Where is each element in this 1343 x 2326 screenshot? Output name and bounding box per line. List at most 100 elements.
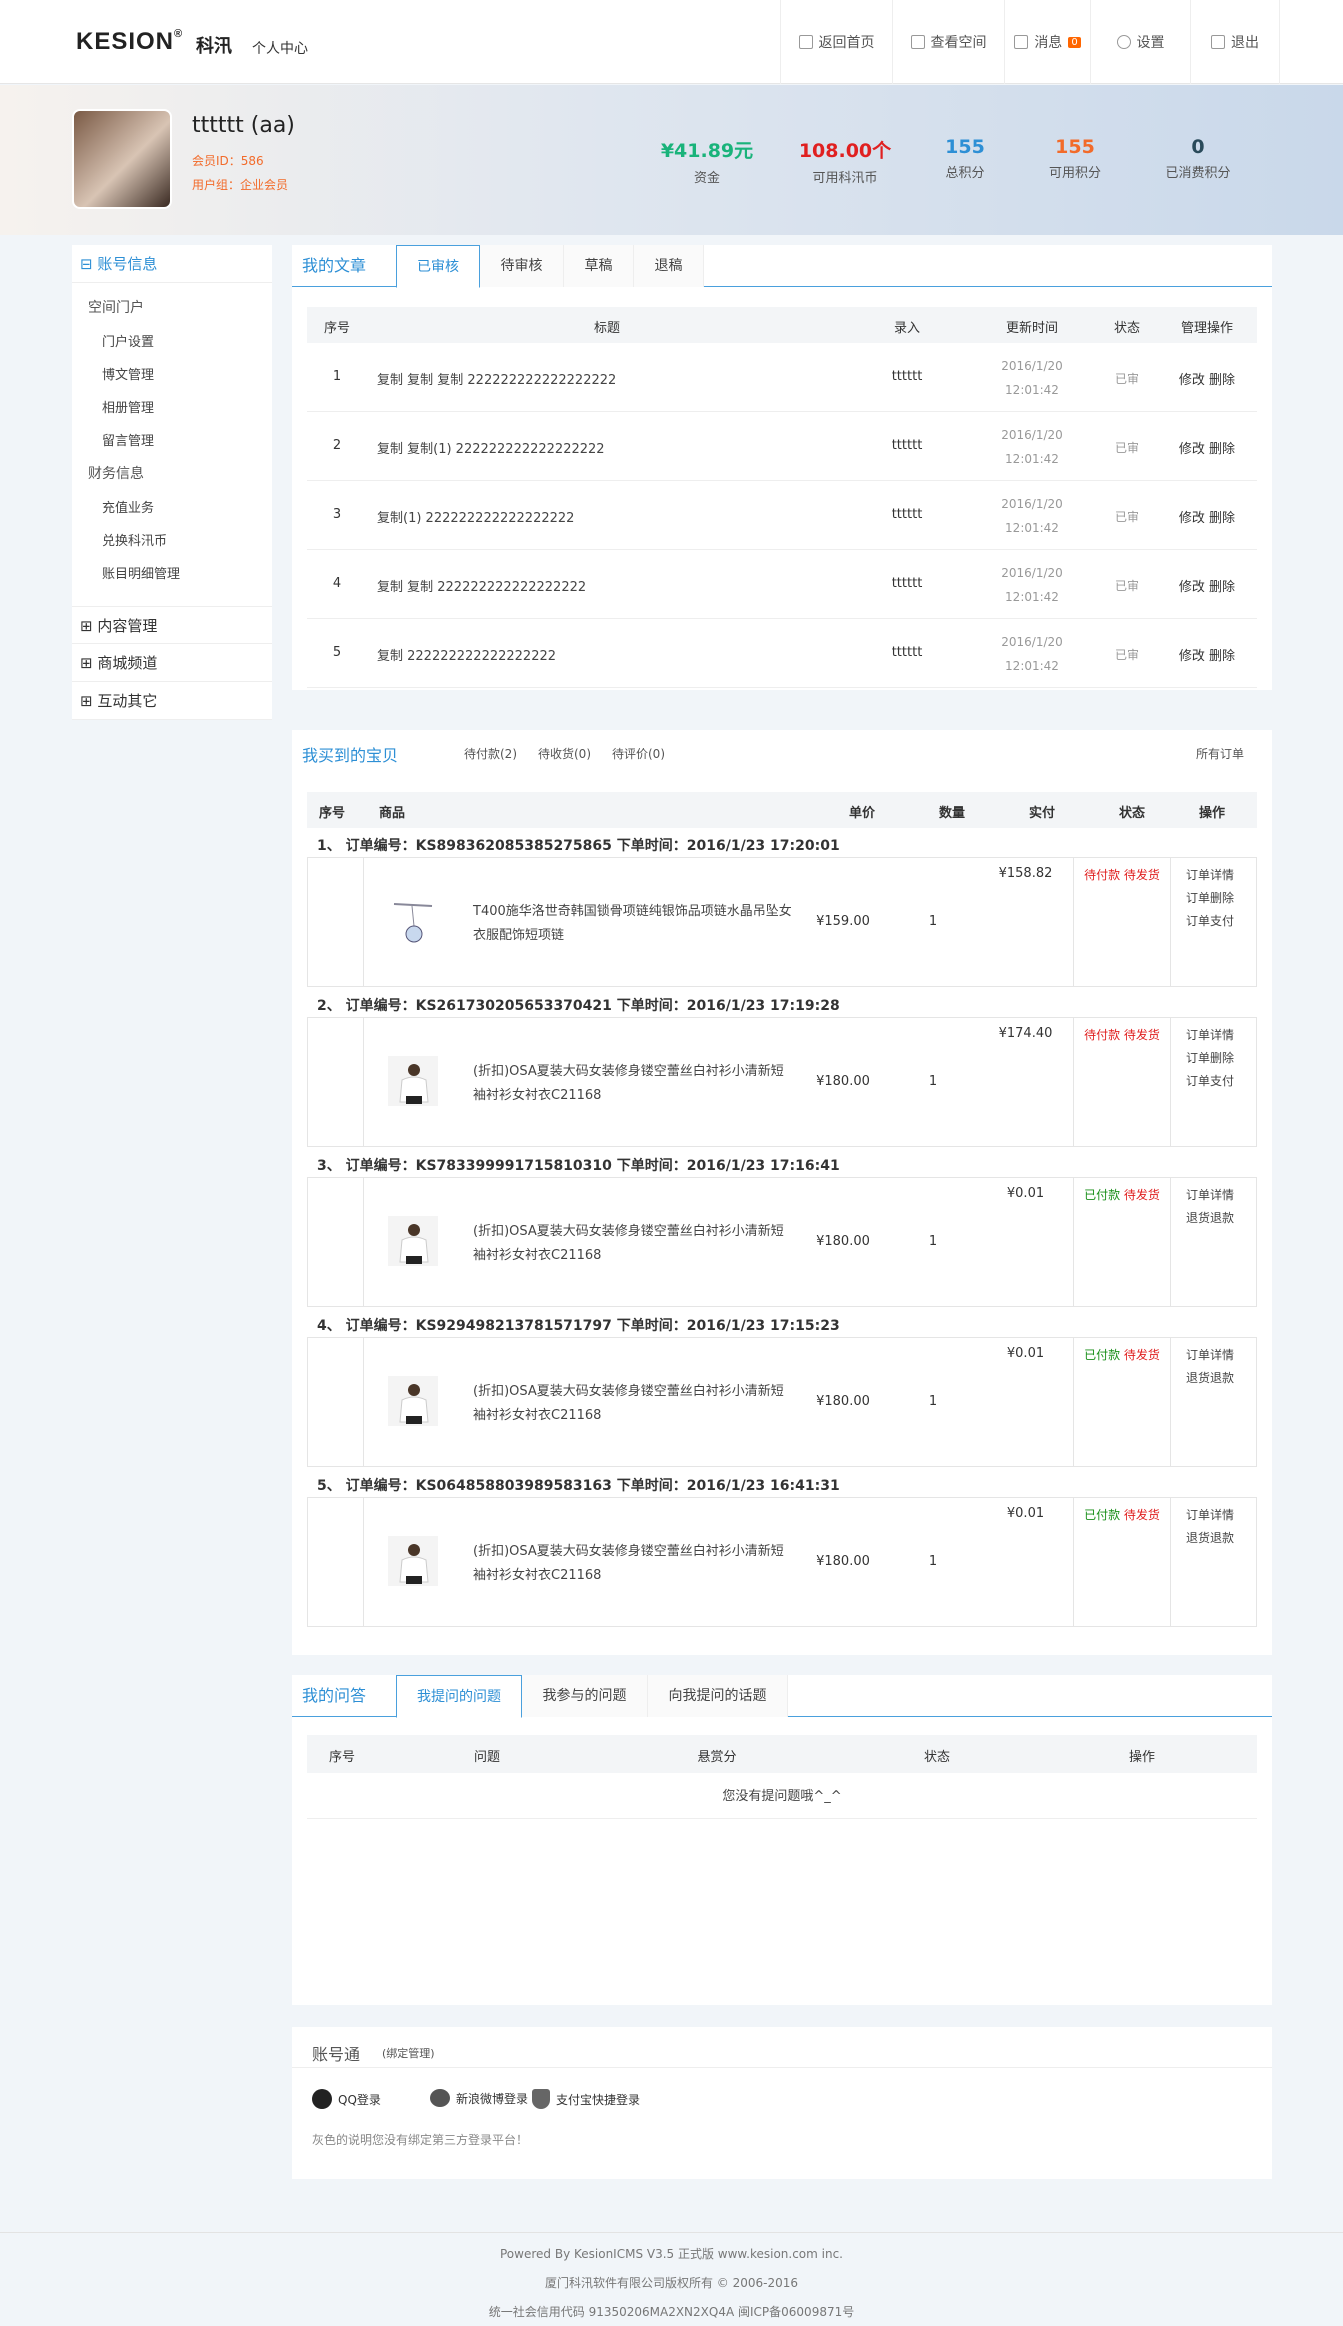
bind-weibo[interactable]: 新浪微博登录 (430, 2089, 528, 2107)
order-header: 5、 订单编号：KS064858803989583163 下单时间：2016/1… (317, 1478, 840, 1494)
sidebar: ⊟ 账号信息 空间门户 门户设置 博文管理 相册管理 留言管理 财务信息 充值业… (72, 245, 272, 720)
order-action[interactable]: 订单详情 (1186, 1506, 1234, 1523)
order-status: 已付款 待发货 (1084, 1508, 1160, 1522)
tab-joined-questions[interactable]: 我参与的问题 (522, 1675, 648, 1717)
order-action[interactable]: 订单详情 (1186, 1186, 1234, 1203)
sidebar-section-account[interactable]: ⊟ 账号信息 (72, 245, 272, 283)
all-orders-link[interactable]: 所有订单 (1196, 745, 1244, 762)
product-thumbnail[interactable] (388, 1536, 438, 1586)
unit-price: ¥159.00 (816, 914, 870, 929)
sidebar-link-guestbook[interactable]: 留言管理 (72, 430, 272, 449)
article-title[interactable]: 复制 复制(1) 222222222222222222 (377, 438, 605, 457)
filter-unpaid[interactable]: 待付款(2) (464, 745, 517, 762)
tab-drafts[interactable]: 草稿 (564, 245, 634, 287)
sidebar-link-ledger[interactable]: 账目明细管理 (72, 563, 272, 582)
order-action[interactable]: 订单支付 (1186, 912, 1234, 929)
article-actions[interactable]: 修改 删除 (1157, 576, 1257, 595)
order-action[interactable]: 订单删除 (1186, 1049, 1234, 1066)
bind-alipay[interactable]: 支付宝快捷登录 (532, 2089, 640, 2109)
box-icon (910, 35, 925, 49)
nav-messages[interactable]: 消息 0 (1004, 0, 1090, 84)
filter-unrated[interactable]: 待评价(0) (612, 745, 665, 762)
quantity: 1 (928, 1554, 938, 1569)
sidebar-link-portal[interactable]: 门户设置 (72, 331, 272, 350)
order-header: 2、 订单编号：KS261730205653370421 下单时间：2016/1… (317, 998, 840, 1014)
order-status: 待付款 待发货 (1084, 1028, 1160, 1042)
product-thumbnail[interactable] (388, 1216, 438, 1266)
filter-unreceived[interactable]: 待收货(0) (538, 745, 591, 762)
nav-space[interactable]: 查看空间 (892, 0, 1004, 84)
alipay-icon (532, 2089, 550, 2109)
tab-pending[interactable]: 待审核 (480, 245, 564, 287)
sidebar-link-album[interactable]: 相册管理 (72, 397, 272, 416)
nav-logout[interactable]: 退出 (1190, 0, 1280, 84)
nav-home[interactable]: 返回首页 (780, 0, 892, 84)
logo-cn: 科汛 (196, 36, 232, 57)
quantity: 1 (928, 914, 938, 929)
articles-table-header: 序号 标题 录入 更新时间 状态 管理操作 (307, 307, 1257, 343)
product-name[interactable]: (折扣)OSA夏装大码女装修身镂空蕾丝白衬衫小清新短袖衬衫女衬衣C21168 (473, 1540, 793, 1588)
sidebar-link-exchange[interactable]: 兑换科汛币 (72, 530, 272, 549)
product-thumbnail[interactable] (388, 1376, 438, 1426)
bind-qq[interactable]: QQ登录 (312, 2089, 381, 2109)
paid-amount: ¥0.01 (1006, 1346, 1045, 1361)
sidebar-link-recharge[interactable]: 充值业务 (72, 497, 272, 516)
order-action[interactable]: 订单详情 (1186, 1026, 1234, 1043)
binding-title: 账号通 (312, 2045, 361, 2064)
order-action[interactable]: 订单详情 (1186, 866, 1234, 883)
logo[interactable]: KESION® (76, 28, 183, 56)
product-name[interactable]: (折扣)OSA夏装大码女装修身镂空蕾丝白衬衫小清新短袖衬衫女衬衣C21168 (473, 1220, 793, 1268)
qa-empty-message: 您没有提问题哦^_^ (722, 1789, 842, 1804)
order-action[interactable]: 订单删除 (1186, 889, 1234, 906)
stat-coins[interactable]: 108.00个 可用科汛币 (780, 136, 910, 186)
order-status: 待付款 待发货 (1084, 868, 1160, 882)
order-status: 已付款 待发货 (1084, 1348, 1160, 1362)
product-name[interactable]: (折扣)OSA夏装大码女装修身镂空蕾丝白衬衫小清新短袖衬衫女衬衣C21168 (473, 1380, 793, 1428)
gear-icon (1116, 35, 1131, 49)
stat-funds[interactable]: ¥41.89元 资金 (642, 136, 772, 186)
order-action[interactable]: 订单支付 (1186, 1072, 1234, 1089)
sidebar-group-space: 空间门户 (88, 300, 144, 316)
nav-settings[interactable]: 设置 (1090, 0, 1190, 84)
sidebar-section-shop[interactable]: ⊞ 商城频道 (72, 644, 272, 682)
product-thumbnail[interactable] (388, 1056, 438, 1106)
tab-approved[interactable]: 已审核 (396, 245, 480, 288)
orders-title: 我买到的宝贝 (302, 746, 399, 765)
paid-amount: ¥0.01 (1006, 1186, 1045, 1201)
order-action[interactable]: 退货退款 (1186, 1529, 1234, 1546)
orders-panel: 我买到的宝贝 待付款(2) 待收货(0) 待评价(0) 所有订单 序号 商品 单… (292, 730, 1272, 1655)
tab-asked-me[interactable]: 向我提问的话题 (648, 1675, 788, 1717)
binding-subtitle: (绑定管理) (382, 2047, 435, 2060)
product-name[interactable]: T400施华洛世奇韩国锁骨项链纯银饰品项链水晶吊坠女衣服配饰短项链 (473, 900, 793, 948)
article-title[interactable]: 复制 222222222222222222 (377, 645, 556, 664)
tab-my-questions[interactable]: 我提问的问题 (396, 1675, 522, 1718)
article-title[interactable]: 复制 复制 复制 222222222222222222 (377, 369, 616, 388)
stat-available-points[interactable]: 155 可用积分 (1010, 136, 1140, 181)
order-row: (折扣)OSA夏装大码女装修身镂空蕾丝白衬衫小清新短袖衬衫女衬衣C21168 ¥… (307, 1017, 1257, 1147)
quantity: 1 (928, 1234, 938, 1249)
order-action[interactable]: 退货退款 (1186, 1369, 1234, 1386)
article-actions[interactable]: 修改 删除 (1157, 507, 1257, 526)
avatar[interactable] (72, 109, 172, 209)
order-action[interactable]: 退货退款 (1186, 1209, 1234, 1226)
stat-used-points[interactable]: 0 已消费积分 (1133, 136, 1263, 181)
sidebar-link-blog[interactable]: 博文管理 (72, 364, 272, 383)
article-title[interactable]: 复制(1) 222222222222222222 (377, 507, 574, 526)
home-icon (798, 35, 813, 49)
product-name[interactable]: (折扣)OSA夏装大码女装修身镂空蕾丝白衬衫小清新短袖衬衫女衬衣C21168 (473, 1060, 793, 1108)
order-row: (折扣)OSA夏装大码女装修身镂空蕾丝白衬衫小清新短袖衬衫女衬衣C21168 ¥… (307, 1497, 1257, 1627)
tab-rejected[interactable]: 退稿 (634, 245, 704, 287)
product-thumbnail[interactable] (388, 896, 438, 946)
page-title: 个人中心 (252, 41, 308, 57)
qa-table-header: 序号 问题 悬赏分 状态 操作 (307, 1735, 1257, 1773)
order-action[interactable]: 订单详情 (1186, 1346, 1234, 1363)
article-title[interactable]: 复制 复制 222222222222222222 (377, 576, 586, 595)
article-actions[interactable]: 修改 删除 (1157, 369, 1257, 388)
article-row: 2 复制 复制(1) 222222222222222222 tttttt 201… (307, 412, 1257, 481)
sidebar-section-interact[interactable]: ⊞ 互动其它 (72, 682, 272, 720)
sidebar-section-content[interactable]: ⊞ 内容管理 (72, 606, 272, 644)
qq-icon (312, 2089, 332, 2109)
article-actions[interactable]: 修改 删除 (1157, 645, 1257, 664)
article-actions[interactable]: 修改 删除 (1157, 438, 1257, 457)
footer: Powered By KesionICMS V3.5 正式版 www.kesio… (0, 2232, 1343, 2326)
